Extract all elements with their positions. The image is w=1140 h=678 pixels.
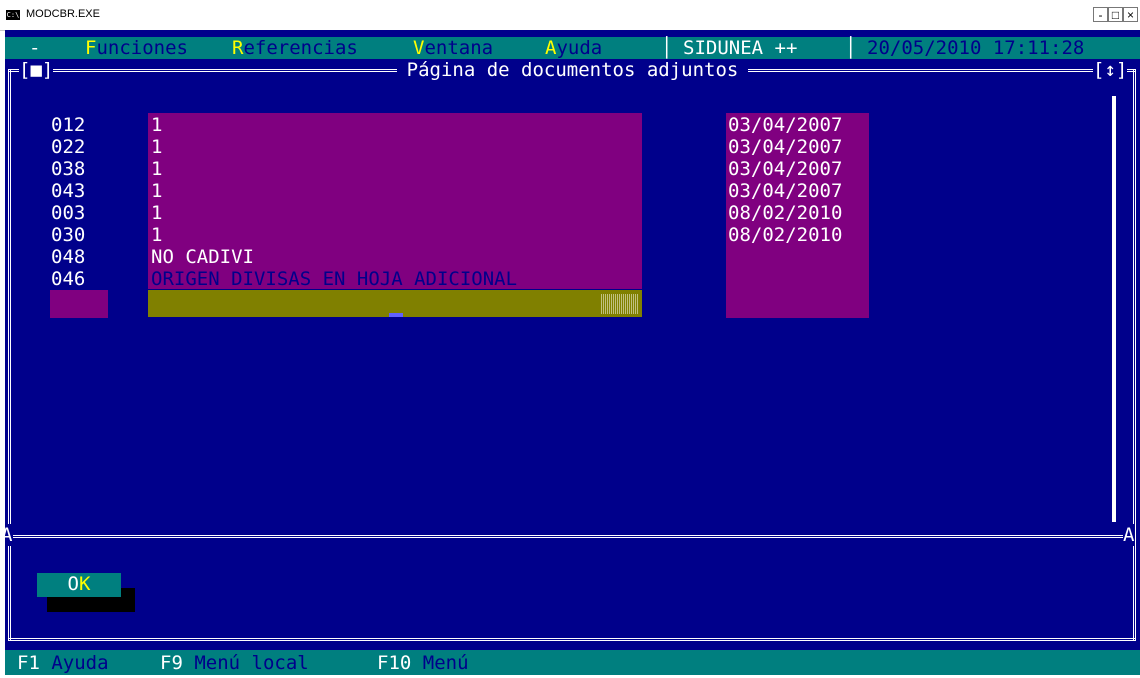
system-menu[interactable]: - — [29, 37, 40, 59]
document-date[interactable]: 03/04/2007 — [728, 158, 842, 180]
status-bar: F1 Ayuda F9 Menú local F10 Menú — [5, 650, 1140, 675]
active-code-highlight — [50, 290, 108, 318]
frame-bottom-border — [8, 638, 1136, 641]
fkey-label: Menú local — [194, 652, 309, 674]
frame-left-border-lower — [8, 535, 11, 641]
status-f9[interactable]: F9 Menú local — [160, 652, 309, 674]
document-code: 043 — [51, 180, 86, 202]
menu-separator: │ — [845, 37, 857, 59]
menu-bar: - Funciones Referencias Ventana Ayuda │ … — [5, 37, 1140, 59]
menu-ayuda[interactable]: Ayuda — [545, 37, 602, 59]
document-value[interactable]: 1 — [151, 180, 162, 202]
document-value[interactable]: 1 — [151, 224, 162, 246]
fkey-key: F10 — [377, 652, 412, 674]
menu-funciones[interactable]: Funciones — [85, 37, 188, 59]
list-item[interactable]: 012 1 03/04/2007 — [5, 114, 905, 136]
document-code: 022 — [51, 136, 86, 158]
console-area: - Funciones Referencias Ventana Ayuda │ … — [5, 30, 1140, 675]
menu-hotkey: A — [545, 37, 557, 59]
status-f10[interactable]: F10 Menú — [377, 652, 469, 674]
clock-display: 20/05/2010 17:11:28 — [867, 37, 1085, 59]
fkey-key: F9 — [160, 652, 183, 674]
list-item[interactable]: 022 1 03/04/2007 — [5, 136, 905, 158]
document-value[interactable]: 1 — [151, 136, 162, 158]
menu-hotkey: F — [85, 37, 97, 59]
ok-button-label: O — [67, 573, 79, 595]
menu-label: yuda — [556, 37, 603, 59]
menu-label: entana — [424, 37, 494, 59]
list-item[interactable]: 038 1 03/04/2007 — [5, 158, 905, 180]
fkey-key: F1 — [17, 652, 40, 674]
document-value[interactable]: ORIGEN DIVISAS EN HOJA ADICIONAL — [151, 268, 517, 290]
ok-button[interactable]: OK — [37, 573, 121, 597]
document-date[interactable]: 08/02/2010 — [728, 224, 842, 246]
list-item[interactable]: 030 1 08/02/2010 — [5, 224, 905, 246]
console-app-icon: C:\ — [6, 10, 20, 20]
menu-label: unciones — [96, 37, 188, 59]
page-title: Página de documentos adjuntos — [5, 59, 1140, 81]
document-code: 030 — [51, 224, 86, 246]
document-value[interactable]: 1 — [151, 114, 162, 136]
document-value[interactable]: NO CADIVI — [151, 246, 254, 268]
frame-right-border — [1133, 69, 1136, 571]
status-f1[interactable]: F1 Ayuda — [17, 652, 109, 674]
document-code: 046 — [51, 268, 86, 290]
document-value[interactable]: 1 — [151, 158, 162, 180]
scroll-track[interactable] — [1112, 96, 1116, 522]
window-title: MODCBR.EXE — [26, 8, 100, 20]
list-item-active[interactable]: 046 ORIGEN DIVISAS EN HOJA ADICIONAL — [5, 268, 905, 290]
close-box-icon[interactable]: [■] — [19, 59, 54, 81]
document-code: 048 — [51, 246, 86, 268]
document-date[interactable]: 03/04/2007 — [728, 136, 842, 158]
list-item[interactable]: 003 1 08/02/2010 — [5, 202, 905, 224]
text-cursor — [389, 313, 403, 317]
minimize-button[interactable]: - — [1093, 7, 1108, 22]
document-code: 003 — [51, 202, 86, 224]
document-code: 012 — [51, 114, 86, 136]
document-date[interactable]: 08/02/2010 — [728, 202, 842, 224]
menu-referencias[interactable]: Referencias — [232, 37, 358, 59]
ok-button-hotkey: K — [79, 573, 91, 595]
document-code: 038 — [51, 158, 86, 180]
menu-hotkey: V — [413, 37, 425, 59]
resize-arrows-icon[interactable]: [↕] — [1093, 59, 1128, 81]
menu-ventana[interactable]: Ventana — [413, 37, 493, 59]
field-fill-pattern — [601, 294, 639, 314]
menu-separator: │ — [661, 37, 673, 59]
scroll-marker-right: A — [1123, 524, 1135, 546]
document-value[interactable]: 1 — [151, 202, 162, 224]
menu-hotkey: R — [232, 37, 244, 59]
fkey-label: Ayuda — [51, 652, 109, 674]
close-button[interactable]: × — [1123, 7, 1138, 22]
fkey-label: Menú — [422, 652, 469, 674]
document-date[interactable]: 03/04/2007 — [728, 180, 842, 202]
window-title-bar[interactable]: C:\ MODCBR.EXE - □ × — [0, 0, 1140, 31]
list-item[interactable]: 043 1 03/04/2007 — [5, 180, 905, 202]
frame-divider — [13, 535, 1127, 538]
document-date[interactable]: 03/04/2007 — [728, 114, 842, 136]
maximize-button[interactable]: □ — [1108, 7, 1123, 22]
page-title-text: Página de documentos adjuntos — [396, 59, 749, 81]
frame-right-border-lower — [1133, 535, 1136, 641]
list-item[interactable]: 048 NO CADIVI — [5, 246, 905, 268]
app-badge: SIDUNEA ++ — [683, 37, 798, 59]
menu-label: eferencias — [243, 37, 358, 59]
scroll-marker-left: A — [5, 524, 13, 546]
